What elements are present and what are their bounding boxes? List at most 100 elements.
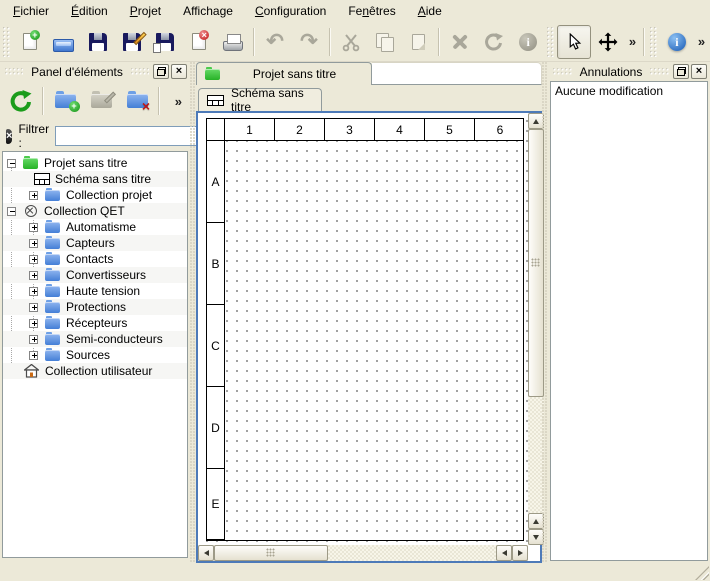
new-project-button[interactable]: + xyxy=(13,25,47,59)
horizontal-scrollbar-thumb[interactable] xyxy=(214,545,328,561)
save-as-button[interactable] xyxy=(115,25,149,59)
elements-panel-titlebar[interactable]: Panel d'éléments × xyxy=(0,62,190,81)
print-button[interactable] xyxy=(216,25,250,59)
expand-icon[interactable] xyxy=(29,239,38,248)
expand-icon[interactable] xyxy=(29,255,38,264)
tree-item-contacts[interactable]: Contacts xyxy=(3,251,187,267)
about-button[interactable] xyxy=(660,25,694,59)
diagram-icon xyxy=(34,173,50,185)
scroll-right-button[interactable] xyxy=(512,545,528,561)
copy-icon xyxy=(376,33,394,51)
tree-item-capteurs[interactable]: Capteurs xyxy=(3,235,187,251)
tree-item-semi-conducteurs[interactable]: Semi-conducteurs xyxy=(3,331,187,347)
close-panel-button[interactable]: × xyxy=(171,64,187,79)
menu-affichage[interactable]: Affichage xyxy=(172,2,244,21)
toolbar-drag-handle[interactable] xyxy=(3,27,11,57)
new-category-button[interactable]: + xyxy=(48,85,82,117)
collapse-icon[interactable] xyxy=(7,207,16,216)
elements-panel-title: Panel d'éléments xyxy=(25,65,129,79)
tree-item-convertisseurs[interactable]: Convertisseurs xyxy=(3,267,187,283)
info-gray-icon xyxy=(519,33,537,51)
home-icon xyxy=(24,364,39,378)
paste-button[interactable] xyxy=(402,25,436,59)
diagram-tabbar: Schéma sans titre xyxy=(196,85,542,111)
toolbar-separator xyxy=(329,28,331,56)
horizontal-scrollbar[interactable] xyxy=(198,545,528,561)
rotate-icon xyxy=(484,32,504,52)
save-button[interactable] xyxy=(81,25,115,59)
delete-category-button[interactable]: × xyxy=(120,85,154,117)
menu-aide[interactable]: Aide xyxy=(407,2,453,21)
menu-fichier[interactable]: Fichier xyxy=(2,2,60,21)
diagram-canvas[interactable]: 1 2 3 4 5 6 A B C D E xyxy=(198,113,528,545)
float-panel-button[interactable] xyxy=(673,64,689,79)
tree-item-recepteurs[interactable]: Récepteurs xyxy=(3,315,187,331)
undo-list-item[interactable]: Aucune modification xyxy=(551,82,707,100)
expand-icon[interactable] xyxy=(29,303,38,312)
close-panel-button[interactable]: × xyxy=(691,64,707,79)
copy-button[interactable] xyxy=(368,25,402,59)
expand-icon[interactable] xyxy=(29,191,38,200)
undo-panel: Annulations × Aucune modification xyxy=(548,62,710,563)
elements-tree: Projet sans titre Schéma sans titre Coll… xyxy=(2,151,188,558)
expand-icon[interactable] xyxy=(29,271,38,280)
move-arrows-icon xyxy=(598,32,618,52)
toolbar-overflow-chevron[interactable]: » xyxy=(625,34,640,49)
blue-folder-icon xyxy=(45,254,60,265)
info-blue-icon xyxy=(668,33,686,51)
close-file-icon: × xyxy=(192,33,206,50)
row-header: D xyxy=(207,387,225,469)
tree-item-collection-qet[interactable]: Collection QET xyxy=(3,203,187,219)
expand-icon[interactable] xyxy=(29,351,38,360)
toolbar-drag-handle[interactable] xyxy=(650,27,658,57)
toolbar-overflow-chevron[interactable]: » xyxy=(694,34,709,49)
close-file-button[interactable]: × xyxy=(182,25,216,59)
undo-button[interactable]: ↶ xyxy=(258,25,292,59)
pointer-cursor-icon xyxy=(566,33,583,50)
new-file-icon: + xyxy=(23,33,37,50)
scissors-icon xyxy=(341,32,361,52)
tree-item-automatisme[interactable]: Automatisme xyxy=(3,219,187,235)
tree-item-collection-projet[interactable]: Collection projet xyxy=(3,187,187,203)
scroll-left-button[interactable] xyxy=(496,545,512,561)
select-mode-button[interactable] xyxy=(557,25,591,59)
resize-grip[interactable] xyxy=(695,566,709,580)
element-info-button[interactable] xyxy=(511,25,545,59)
tree-item-haute-tension[interactable]: Haute tension xyxy=(3,283,187,299)
edit-category-button[interactable] xyxy=(84,85,118,117)
menu-fenetres[interactable]: Fenêtres xyxy=(337,2,406,21)
project-tab[interactable]: Projet sans titre xyxy=(196,62,372,85)
delete-button[interactable] xyxy=(443,25,477,59)
tree-item-collection-utilisateur[interactable]: Collection utilisateur xyxy=(3,363,187,379)
tree-item-diagram[interactable]: Schéma sans titre xyxy=(3,171,187,187)
diagram-tab[interactable]: Schéma sans titre xyxy=(198,88,322,111)
tree-item-sources[interactable]: Sources xyxy=(3,347,187,363)
expand-icon[interactable] xyxy=(29,335,38,344)
blue-folder-icon xyxy=(45,350,60,361)
toolbar-drag-handle[interactable] xyxy=(547,27,555,57)
close-icon: × xyxy=(176,66,182,77)
rotate-button[interactable] xyxy=(477,25,511,59)
tree-item-protections[interactable]: Protections xyxy=(3,299,187,315)
redo-button[interactable]: ↷ xyxy=(292,25,326,59)
vertical-scrollbar-thumb[interactable] xyxy=(528,129,544,397)
collapse-icon[interactable] xyxy=(7,159,16,168)
cut-button[interactable] xyxy=(334,25,368,59)
float-panel-button[interactable] xyxy=(153,64,169,79)
clear-filter-icon[interactable]: × xyxy=(6,129,12,144)
expand-icon[interactable] xyxy=(29,319,38,328)
panel-overflow-chevron[interactable]: » xyxy=(171,94,186,109)
menu-edition[interactable]: Édition xyxy=(60,2,119,21)
tree-item-project[interactable]: Projet sans titre xyxy=(3,155,187,171)
menu-configuration[interactable]: Configuration xyxy=(244,2,337,21)
expand-icon[interactable] xyxy=(29,223,38,232)
pan-mode-button[interactable] xyxy=(591,25,625,59)
scroll-left-button[interactable] xyxy=(198,545,214,561)
save-all-button[interactable] xyxy=(148,25,182,59)
reload-collections-button[interactable] xyxy=(4,85,38,117)
menu-projet[interactable]: Projet xyxy=(119,2,172,21)
undo-panel-titlebar[interactable]: Annulations × xyxy=(548,62,710,81)
expand-icon[interactable] xyxy=(29,287,38,296)
titlebar-texture xyxy=(131,68,149,76)
open-project-button[interactable] xyxy=(47,25,81,59)
